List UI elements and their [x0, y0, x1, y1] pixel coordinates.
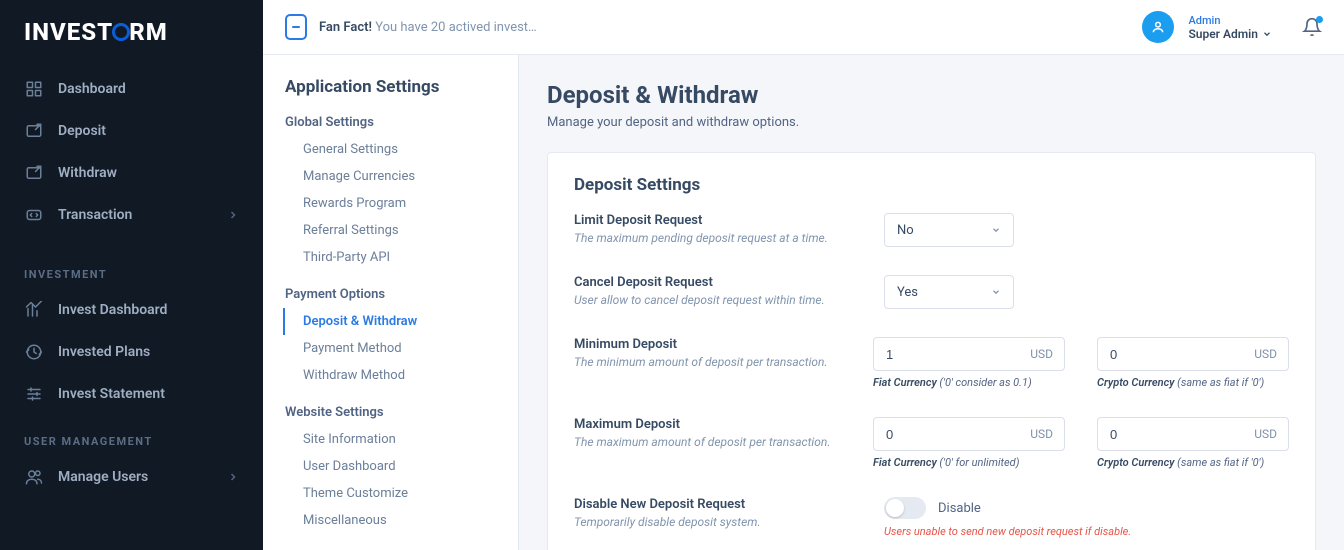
field-limit-deposit: Limit Deposit Request The maximum pendin…: [574, 213, 1289, 247]
settings-group-heading: Website Settings: [285, 405, 496, 420]
field-hint: User allow to cancel deposit request wit…: [574, 293, 884, 307]
settings-title: Application Settings: [285, 77, 496, 97]
chevron-right-icon: [227, 209, 239, 221]
sidebar-item-invest-dashboard[interactable]: Invest Dashboard: [0, 289, 263, 331]
currency-suffix: USD: [1254, 337, 1277, 371]
sidebar-item-invest-statement[interactable]: Invest Statement: [0, 373, 263, 415]
main-nav: Dashboard Deposit Withdraw Transaction: [0, 56, 263, 248]
toggle-label: Disable: [938, 501, 981, 516]
chevron-down-icon: [991, 225, 1001, 235]
field-note: Fiat Currency ('0' for unlimited): [873, 456, 1065, 469]
settings-link-user-dashboard[interactable]: User Dashboard: [285, 453, 496, 480]
sliders-icon: [24, 384, 44, 404]
settings-group-heading: Global Settings: [285, 115, 496, 130]
sidebar-item-label: Invest Dashboard: [58, 302, 167, 318]
settings-link-general-settings[interactable]: General Settings: [285, 136, 496, 163]
field-maximum-deposit: Maximum Deposit The maximum amount of de…: [574, 417, 1289, 469]
sidebar-item-invested-plans[interactable]: Invested Plans: [0, 331, 263, 373]
settings-link-payment-method[interactable]: Payment Method: [285, 335, 496, 362]
avatar[interactable]: [1142, 11, 1174, 43]
settings-group-heading: Payment Options: [285, 287, 496, 302]
sidebar-item-dashboard[interactable]: Dashboard: [0, 68, 263, 110]
settings-link-referral-settings[interactable]: Referral Settings: [285, 217, 496, 244]
chevron-right-icon: [227, 471, 239, 483]
currency-suffix: USD: [1254, 417, 1277, 451]
field-hint: The maximum amount of deposit per transa…: [574, 435, 873, 449]
select-value: Yes: [897, 285, 918, 300]
stats-icon: [24, 300, 44, 320]
sidebar-item-transaction[interactable]: Transaction: [0, 194, 263, 236]
disable-deposit-toggle[interactable]: [884, 497, 926, 519]
currency-suffix: USD: [1030, 337, 1053, 371]
sidebar-heading: INVESTMENT: [0, 248, 263, 289]
grid-icon: [24, 79, 44, 99]
page-subtitle: Manage your deposit and withdraw options…: [547, 115, 1316, 130]
chevron-down-icon: [1262, 29, 1272, 39]
settings-link-rewards-program[interactable]: Rewards Program: [285, 190, 496, 217]
user-role: Admin: [1188, 14, 1272, 27]
user-menu[interactable]: Admin Super Admin: [1188, 14, 1272, 41]
settings-link-withdraw-method[interactable]: Withdraw Method: [285, 362, 496, 389]
settings-link-deposit-withdraw[interactable]: Deposit & Withdraw: [283, 308, 496, 335]
limit-deposit-select[interactable]: No: [884, 213, 1014, 247]
chevron-down-icon: [991, 287, 1001, 297]
field-hint: The maximum pending deposit request at a…: [574, 231, 884, 245]
logo: INVESTRM: [0, 0, 263, 56]
cancel-deposit-select[interactable]: Yes: [884, 275, 1014, 309]
field-cancel-deposit: Cancel Deposit Request User allow to can…: [574, 275, 1289, 309]
sidebar-item-deposit[interactable]: Deposit: [0, 110, 263, 152]
sidebar-item-label: Invest Statement: [58, 386, 165, 402]
sidebar-item-label: Deposit: [58, 123, 106, 139]
funfact-label: Fan Fact!: [319, 20, 372, 35]
currency-suffix: USD: [1030, 417, 1053, 451]
user-name: Super Admin: [1188, 27, 1258, 41]
field-label: Maximum Deposit: [574, 417, 873, 432]
sidebar-item-label: Withdraw: [58, 165, 117, 181]
settings-link-site-information[interactable]: Site Information: [285, 426, 496, 453]
logo-text: INVESTRM: [24, 18, 168, 46]
page-title: Deposit & Withdraw: [547, 81, 1316, 109]
users-icon: [24, 467, 44, 487]
field-hint: Temporarily disable deposit system.: [574, 515, 884, 529]
settings-link-third-party-api[interactable]: Third-Party API: [285, 244, 496, 271]
withdraw-icon: [24, 163, 44, 183]
card-title: Deposit Settings: [574, 175, 1289, 195]
notifications-button[interactable]: [1302, 17, 1322, 37]
funfact-icon: [285, 14, 307, 40]
settings-link-manage-currencies[interactable]: Manage Currencies: [285, 163, 496, 190]
field-note: Crypto Currency (same as fiat if '0'): [1097, 456, 1289, 469]
field-hint: The minimum amount of deposit per transa…: [574, 355, 873, 369]
sidebar-heading: USER MANAGEMENT: [0, 415, 263, 456]
field-minimum-deposit: Minimum Deposit The minimum amount of de…: [574, 337, 1289, 389]
field-label: Disable New Deposit Request: [574, 497, 884, 512]
deposit-icon: [24, 121, 44, 141]
warning-text: Users unable to send new deposit request…: [884, 525, 1289, 538]
field-disable-deposit: Disable New Deposit Request Temporarily …: [574, 497, 1289, 538]
content: Deposit & Withdraw Manage your deposit a…: [519, 55, 1344, 550]
sidebar-item-label: Manage Users: [58, 469, 148, 485]
notification-dot: [1316, 16, 1323, 23]
field-note: Fiat Currency ('0' consider as 0.1): [873, 376, 1065, 389]
field-label: Minimum Deposit: [574, 337, 873, 352]
select-value: No: [897, 223, 914, 238]
cycle-icon: [24, 342, 44, 362]
field-label: Limit Deposit Request: [574, 213, 884, 228]
settings-link-theme-customize[interactable]: Theme Customize: [285, 480, 496, 507]
sidebar-item-label: Invested Plans: [58, 344, 150, 360]
field-note: Crypto Currency (same as fiat if '0'): [1097, 376, 1289, 389]
sidebar-item-label: Transaction: [58, 207, 132, 223]
topbar: Fan Fact! You have 20 actived invest… Ad…: [263, 0, 1344, 55]
funfact-body: You have 20 actived invest…: [375, 20, 537, 35]
main-sidebar: INVESTRM Dashboard Deposit Withdraw Transac…: [0, 0, 263, 550]
swap-icon: [24, 205, 44, 225]
sidebar-item-label: Dashboard: [58, 81, 126, 97]
field-label: Cancel Deposit Request: [574, 275, 884, 290]
deposit-settings-card: Deposit Settings Limit Deposit Request T…: [547, 152, 1316, 550]
sidebar-item-manage-users[interactable]: Manage Users: [0, 456, 263, 498]
settings-sidebar: Application Settings Global Settings Gene…: [263, 55, 519, 550]
sidebar-item-withdraw[interactable]: Withdraw: [0, 152, 263, 194]
funfact-text: Fan Fact! You have 20 actived invest…: [319, 20, 537, 35]
settings-link-miscellaneous[interactable]: Miscellaneous: [285, 507, 496, 534]
